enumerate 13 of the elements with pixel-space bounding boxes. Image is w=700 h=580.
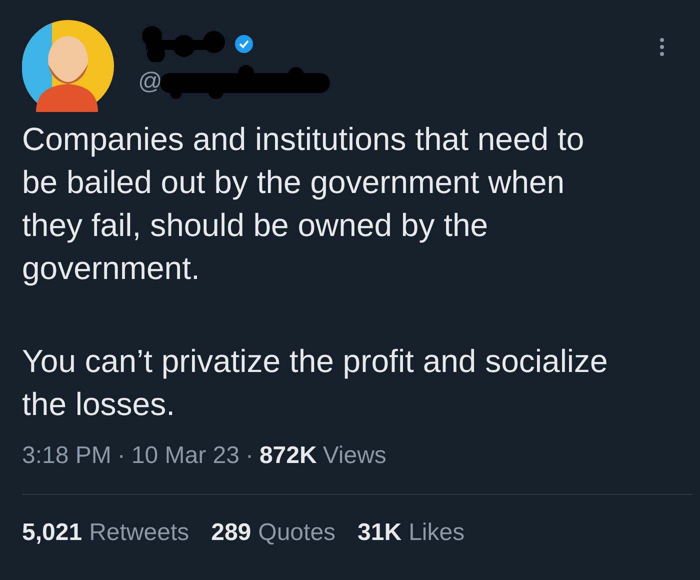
- separator-dot: ·: [245, 441, 254, 471]
- tweet-time: 3:18 PM: [22, 441, 112, 471]
- views-label: Views: [322, 441, 386, 471]
- more-options-icon[interactable]: [660, 38, 664, 56]
- tweet-text: You can’t privatize the profit and socialize the losses.: [22, 342, 609, 424]
- handle-prefix: @: [138, 67, 162, 97]
- stat-link[interactable]: 289 Quotes: [211, 515, 336, 551]
- tweet-date: 10 Mar 23: [131, 441, 240, 471]
- tweet-text: Companies and institutions that need to be bailed out by the government when they fail, should be owned by the government.: [22, 120, 586, 288]
- views-count: 872K: [259, 441, 317, 471]
- stat-link[interactable]: 5,021 Retweets: [22, 515, 190, 551]
- stat-link[interactable]: 31K Likes: [358, 515, 465, 551]
- separator-dot: ·: [117, 441, 126, 471]
